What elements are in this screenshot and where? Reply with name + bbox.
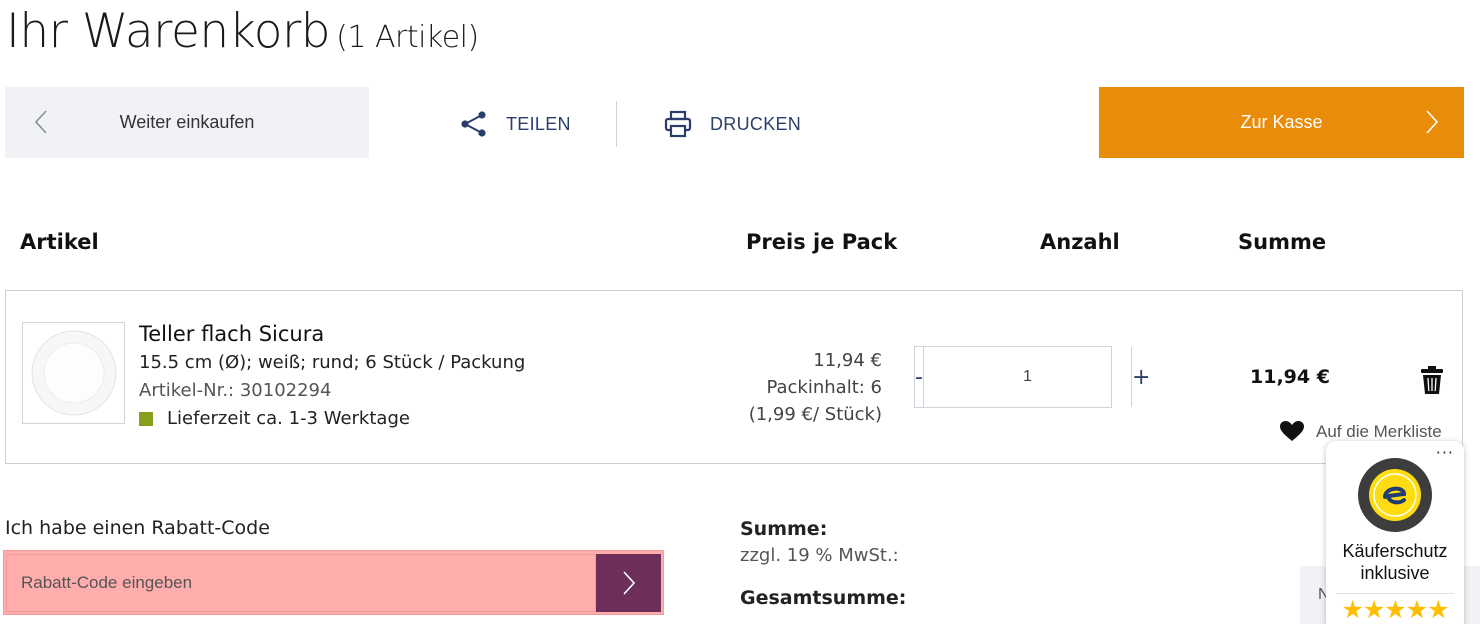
printer-icon (664, 110, 692, 138)
subtotal-label: Summe: (740, 518, 828, 540)
share-button[interactable]: TEILEN (460, 104, 571, 144)
coupon-code-input[interactable] (6, 554, 596, 612)
quantity-stepper: - + (914, 346, 1150, 408)
vat-label: zzgl. 19 % MwSt.: (740, 545, 899, 566)
trusted-shops-badge[interactable]: ··· Käuferschutz inklusive ★★★★★ (1326, 441, 1464, 624)
product-sku: Artikel-Nr.: 30102294 (139, 380, 332, 401)
grand-total-label: Gesamtsumme: (740, 587, 907, 609)
column-header-quantity: Anzahl (1040, 230, 1120, 254)
chevron-left-icon (34, 110, 47, 134)
product-name[interactable]: Teller flach Sicura (139, 322, 324, 346)
page-title-text: Ihr Warenkorb (6, 4, 331, 59)
coupon-label: Ich habe einen Rabatt-Code (5, 517, 270, 539)
chevron-right-icon (622, 571, 635, 595)
print-label: DRUCKEN (710, 113, 802, 134)
increase-quantity-button[interactable]: + (1130, 347, 1150, 407)
print-button[interactable]: DRUCKEN (664, 104, 801, 144)
pack-content: Packinhalt: 6 (766, 377, 882, 398)
apply-coupon-button[interactable] (596, 554, 661, 612)
column-header-article: Artikel (20, 230, 99, 254)
product-description: 15.5 cm (Ø); weiß; rund; 6 Stück / Packu… (139, 352, 526, 373)
buyer-protection-line2: inklusive (1360, 563, 1430, 583)
share-label: TEILEN (506, 113, 571, 134)
toolbar-divider (616, 101, 617, 147)
delivery-status-indicator (139, 411, 153, 426)
page-title: Ihr Warenkorb (1 Artikel) (6, 4, 479, 59)
coupon-form (3, 550, 664, 615)
delivery-status-text: Lieferzeit ca. 1-3 Werktage (167, 408, 410, 429)
share-icon (461, 111, 486, 137)
trash-icon[interactable] (1420, 365, 1444, 395)
badge-divider (1336, 593, 1454, 594)
decrease-quantity-button[interactable]: - (915, 347, 924, 407)
trusted-shops-seal-icon (1358, 458, 1432, 532)
plate-image (31, 330, 116, 416)
price-block: 11,94 € Packinhalt: 6 (1,99 €/ Stück) (749, 347, 882, 428)
column-header-price: Preis je Pack (746, 230, 898, 254)
line-total: 11,94 € (1250, 366, 1330, 388)
checkout-button[interactable]: Zur Kasse (1099, 87, 1464, 158)
product-image[interactable] (22, 322, 125, 424)
wishlist-label: Auf die Merkliste (1316, 421, 1442, 441)
buyer-protection-line1: Käuferschutz (1342, 541, 1448, 561)
cart-item-row: Teller flach Sicura 15.5 cm (Ø); weiß; r… (5, 290, 1463, 464)
continue-shopping-label: Weiter einkaufen (119, 112, 255, 132)
rating-stars: ★★★★★ (1341, 595, 1449, 624)
buyer-protection-text: Käuferschutz inklusive (1326, 540, 1464, 584)
chevron-right-icon (1426, 110, 1439, 134)
column-header-sum: Summe (1238, 230, 1327, 254)
item-count: (1 Artikel) (336, 20, 479, 55)
heart-icon (1280, 421, 1304, 441)
continue-shopping-button[interactable]: Weiter einkaufen (5, 87, 369, 158)
delivery-status: Lieferzeit ca. 1-3 Werktage (139, 408, 410, 429)
checkout-label: Zur Kasse (1240, 112, 1323, 132)
pack-price: 11,94 € (813, 350, 882, 371)
more-options-icon[interactable]: ··· (1436, 443, 1454, 462)
add-to-wishlist-button[interactable]: Auf die Merkliste (1280, 421, 1442, 442)
quantity-input[interactable] (923, 347, 1131, 407)
unit-price: (1,99 €/ Stück) (748, 404, 882, 425)
